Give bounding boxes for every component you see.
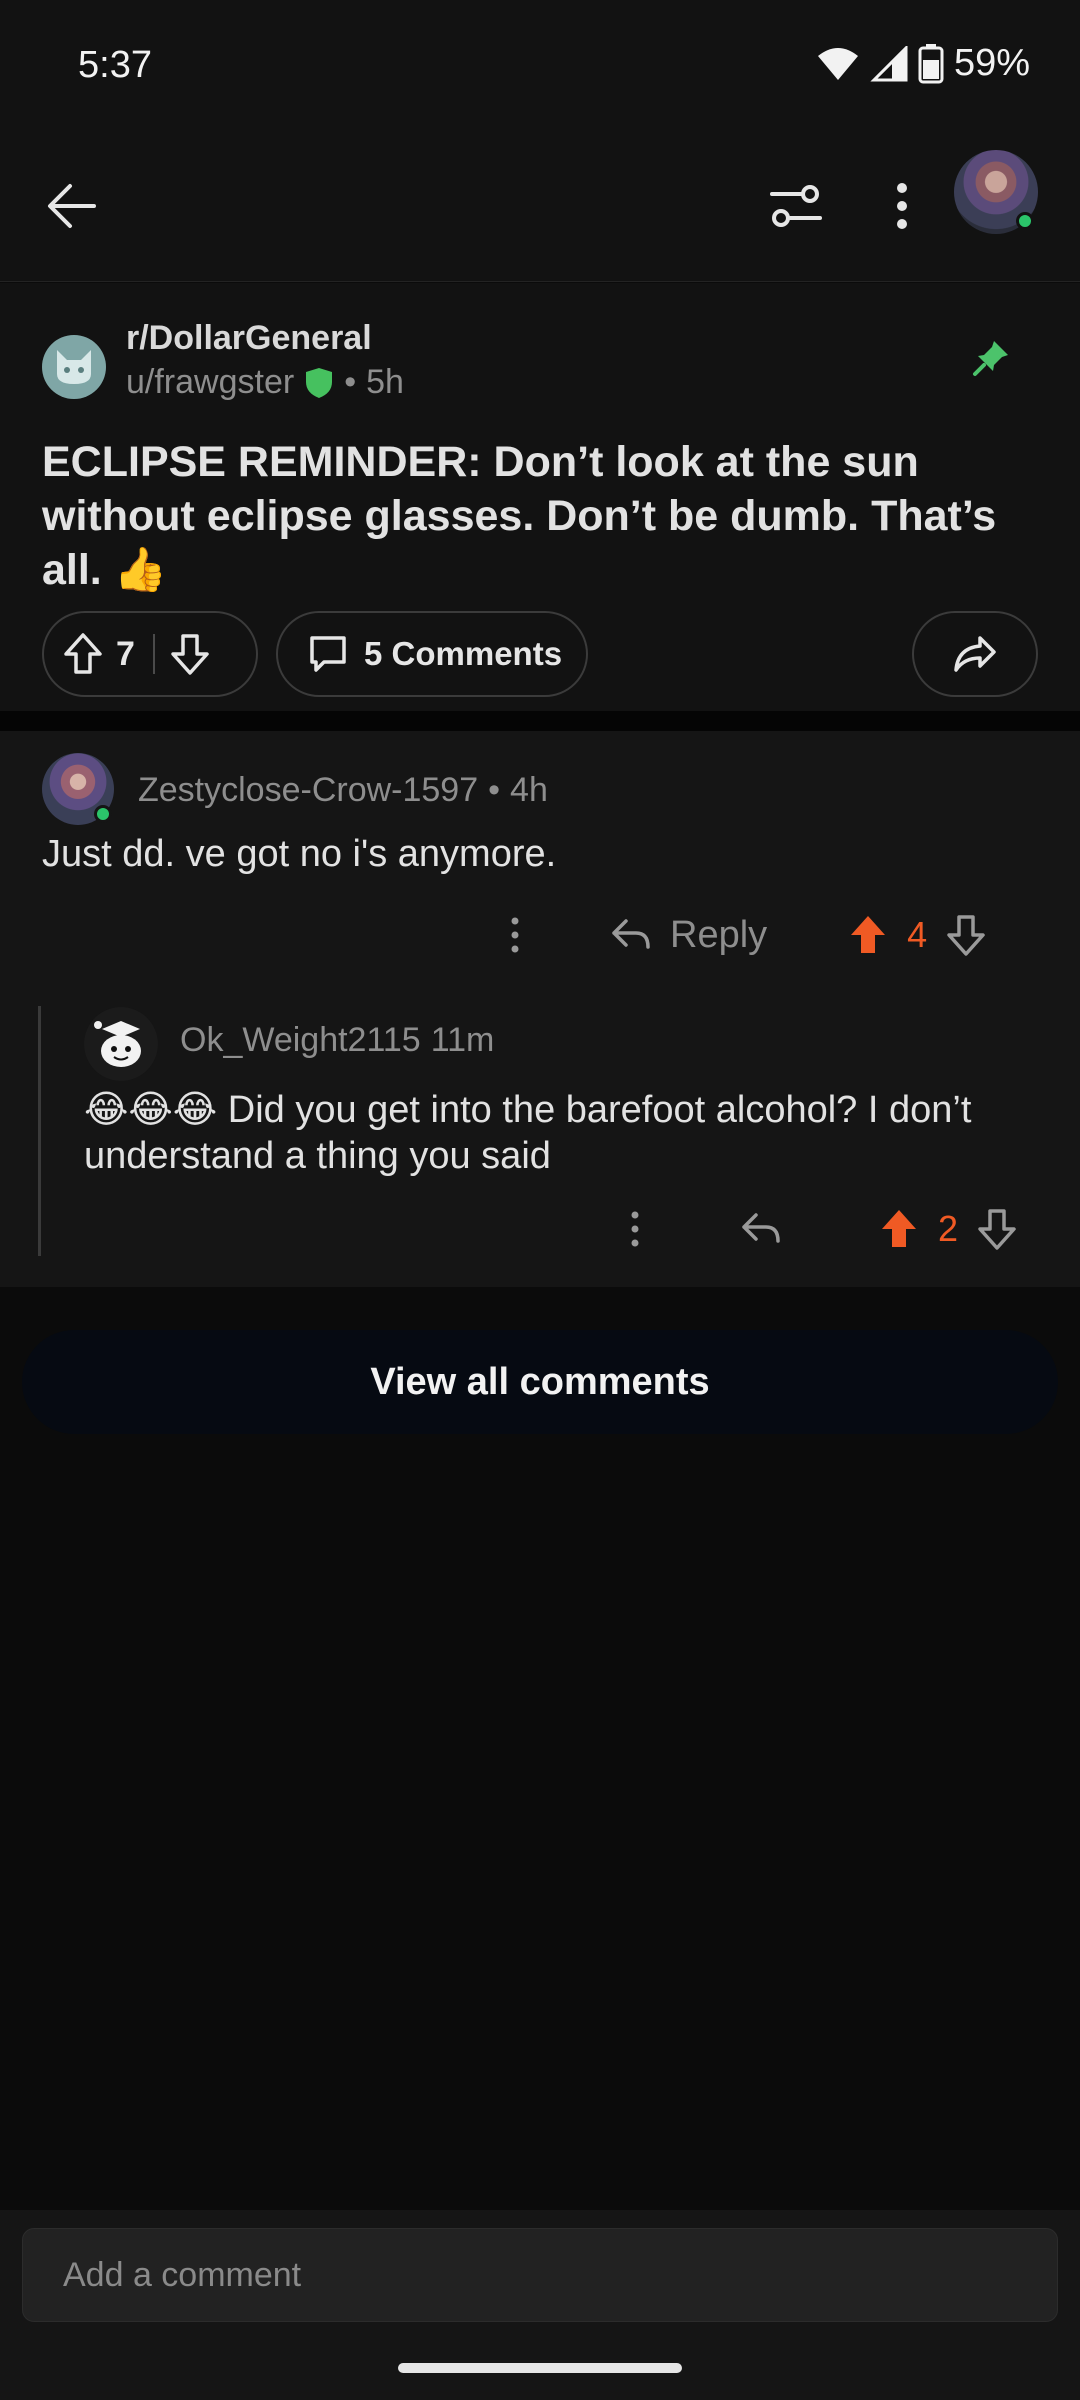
add-comment-input[interactable] — [22, 2228, 1058, 2322]
subreddit-avatar[interactable] — [42, 335, 106, 399]
subreddit-name[interactable]: r/DollarGeneral — [126, 319, 372, 358]
battery-icon — [918, 43, 944, 83]
comment-author[interactable]: Zestyclose-Crow-1597 — [138, 771, 478, 810]
vote-control: 7 — [42, 611, 258, 697]
share-icon — [954, 636, 996, 672]
post-meta: u/frawgster • 5h — [126, 363, 404, 402]
comment-vote-count: 4 — [907, 914, 928, 955]
post-title[interactable]: ECLIPSE REMINDER: Don’t look at the sun … — [42, 435, 1042, 597]
reply-icon — [612, 919, 650, 949]
vote-separator — [152, 634, 155, 674]
sort-filter-button[interactable] — [760, 170, 832, 242]
downvote-icon[interactable] — [169, 632, 211, 676]
filter-icon — [770, 185, 822, 227]
comment-author-avatar[interactable] — [42, 753, 114, 825]
status-time: 5:37 — [78, 44, 152, 86]
snoo-avatar-icon — [84, 1007, 158, 1081]
meta-separator: • — [488, 771, 501, 809]
post-vote-count: 7 — [116, 634, 135, 673]
pinned-indicator — [972, 339, 1010, 382]
more-vertical-icon[interactable] — [510, 917, 520, 953]
more-options-button[interactable] — [866, 170, 938, 242]
comment-bubble-icon — [310, 636, 346, 672]
pin-icon — [973, 341, 1008, 376]
online-indicator — [94, 805, 112, 823]
downvote-icon[interactable] — [945, 913, 987, 957]
comment-age: 4h — [510, 771, 548, 809]
comment-vote-count: 2 — [938, 1208, 959, 1249]
meta-separator: • — [344, 363, 357, 401]
comments-section: Zestyclose-Crow-1597 • 4h Just dd. ve go… — [0, 731, 1080, 1287]
downvote-icon[interactable] — [976, 1207, 1018, 1251]
comments-button[interactable]: 5 Comments — [276, 611, 588, 697]
comment-body: 😂😂😂 Did you get into the barefoot alcoho… — [84, 1089, 972, 1177]
comment-body: Just dd. ve got no i's anymore. — [42, 833, 557, 875]
upvote-icon[interactable] — [878, 1207, 920, 1251]
signal-icon — [870, 45, 908, 81]
comment-author[interactable]: Ok_Weight2115 — [180, 1021, 421, 1060]
reply-icon[interactable] — [740, 1211, 782, 1247]
shield-icon — [306, 367, 333, 398]
comment-meta: Ok_Weight2115 11m — [180, 1021, 494, 1060]
back-arrow-icon — [48, 184, 96, 228]
wifi-icon — [817, 47, 858, 80]
online-indicator — [1016, 212, 1034, 230]
comment-actions: Reply 4 — [510, 899, 1050, 971]
comment-actions: 2 — [630, 1193, 1050, 1265]
view-all-comments-button[interactable]: View all comments — [22, 1330, 1058, 1434]
thread-line — [38, 1006, 41, 1256]
post-card: r/DollarGeneral u/frawgster • 5h ECLIPSE… — [0, 283, 1080, 711]
more-vertical-icon — [897, 183, 907, 229]
comments-count-label: 5 Comments — [364, 635, 563, 672]
status-bar: 5:37 59% — [0, 0, 1080, 130]
reply-button[interactable]: Reply — [610, 914, 767, 957]
battery-percent: 59% — [953, 42, 1030, 84]
top-app-bar — [0, 130, 1080, 282]
share-button[interactable] — [912, 611, 1038, 697]
home-indicator[interactable] — [398, 2363, 682, 2373]
back-button[interactable] — [36, 170, 108, 242]
user-avatar[interactable] — [954, 150, 1038, 234]
comment-author-avatar[interactable] — [84, 1007, 158, 1081]
comment-age: 11m — [430, 1021, 495, 1059]
status-icons: 59% — [816, 42, 1030, 85]
more-vertical-icon[interactable] — [630, 1211, 640, 1247]
cat-icon — [57, 350, 91, 384]
section-divider — [0, 711, 1080, 731]
comment-meta: Zestyclose-Crow-1597 • 4h — [138, 771, 548, 810]
upvote-icon[interactable] — [62, 632, 104, 676]
post-author[interactable]: u/frawgster — [126, 363, 294, 402]
upvote-icon[interactable] — [847, 913, 889, 957]
reply-label: Reply — [670, 913, 768, 956]
post-age: 5h — [366, 363, 404, 401]
